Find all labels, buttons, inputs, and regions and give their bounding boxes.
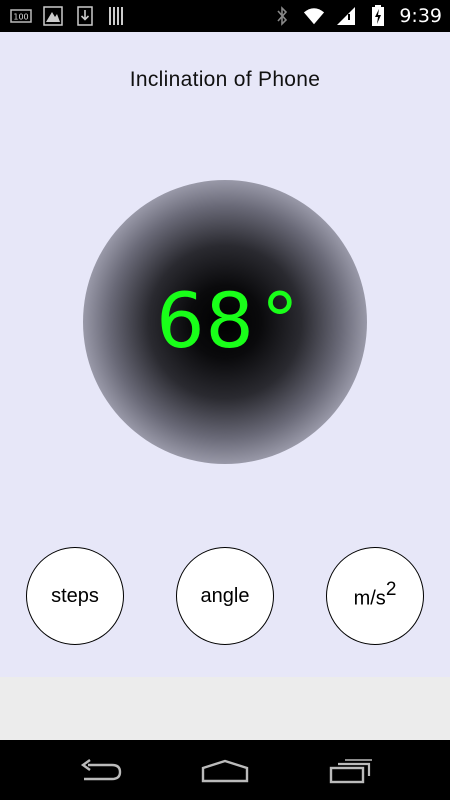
- battery-label: 100: [13, 13, 28, 22]
- bottom-strip: [0, 677, 450, 740]
- angle-button[interactable]: angle: [176, 547, 274, 645]
- status-bar: 100 9:39: [0, 0, 450, 32]
- angle-button-label: angle: [200, 584, 250, 607]
- battery-100-icon: 100: [10, 6, 32, 26]
- status-bar-notifications: 100: [10, 6, 128, 26]
- steps-button-label: steps: [51, 584, 99, 607]
- inclination-dial: 68 °: [83, 180, 367, 464]
- navigation-bar: [0, 740, 450, 800]
- steps-button[interactable]: steps: [26, 547, 124, 645]
- app-screen: Inclination of Phone 68 ° steps angle m/…: [0, 32, 450, 677]
- angle-readout: 68 °: [83, 180, 367, 464]
- gallery-icon: [42, 6, 64, 26]
- angle-unit: °: [260, 275, 300, 365]
- home-icon[interactable]: [200, 756, 250, 786]
- bluetooth-icon: [271, 6, 293, 26]
- battery-charging-icon: [367, 5, 389, 26]
- back-icon[interactable]: [75, 756, 125, 786]
- acceleration-unit-exponent: 2: [385, 579, 397, 601]
- acceleration-unit-base: m/s: [353, 587, 386, 610]
- angle-value: 68: [156, 275, 255, 365]
- download-icon: [74, 6, 96, 26]
- acceleration-button[interactable]: m/s2: [326, 547, 424, 645]
- signal-icon: [335, 6, 357, 26]
- recent-apps-icon[interactable]: [326, 756, 376, 786]
- clock: 9:39: [399, 5, 442, 27]
- status-bar-system: 9:39: [271, 5, 442, 27]
- acceleration-button-label: m/s2: [353, 579, 397, 611]
- wifi-icon: [303, 6, 325, 26]
- page-title: Inclination of Phone: [129, 68, 321, 91]
- barcode-icon: [106, 6, 128, 26]
